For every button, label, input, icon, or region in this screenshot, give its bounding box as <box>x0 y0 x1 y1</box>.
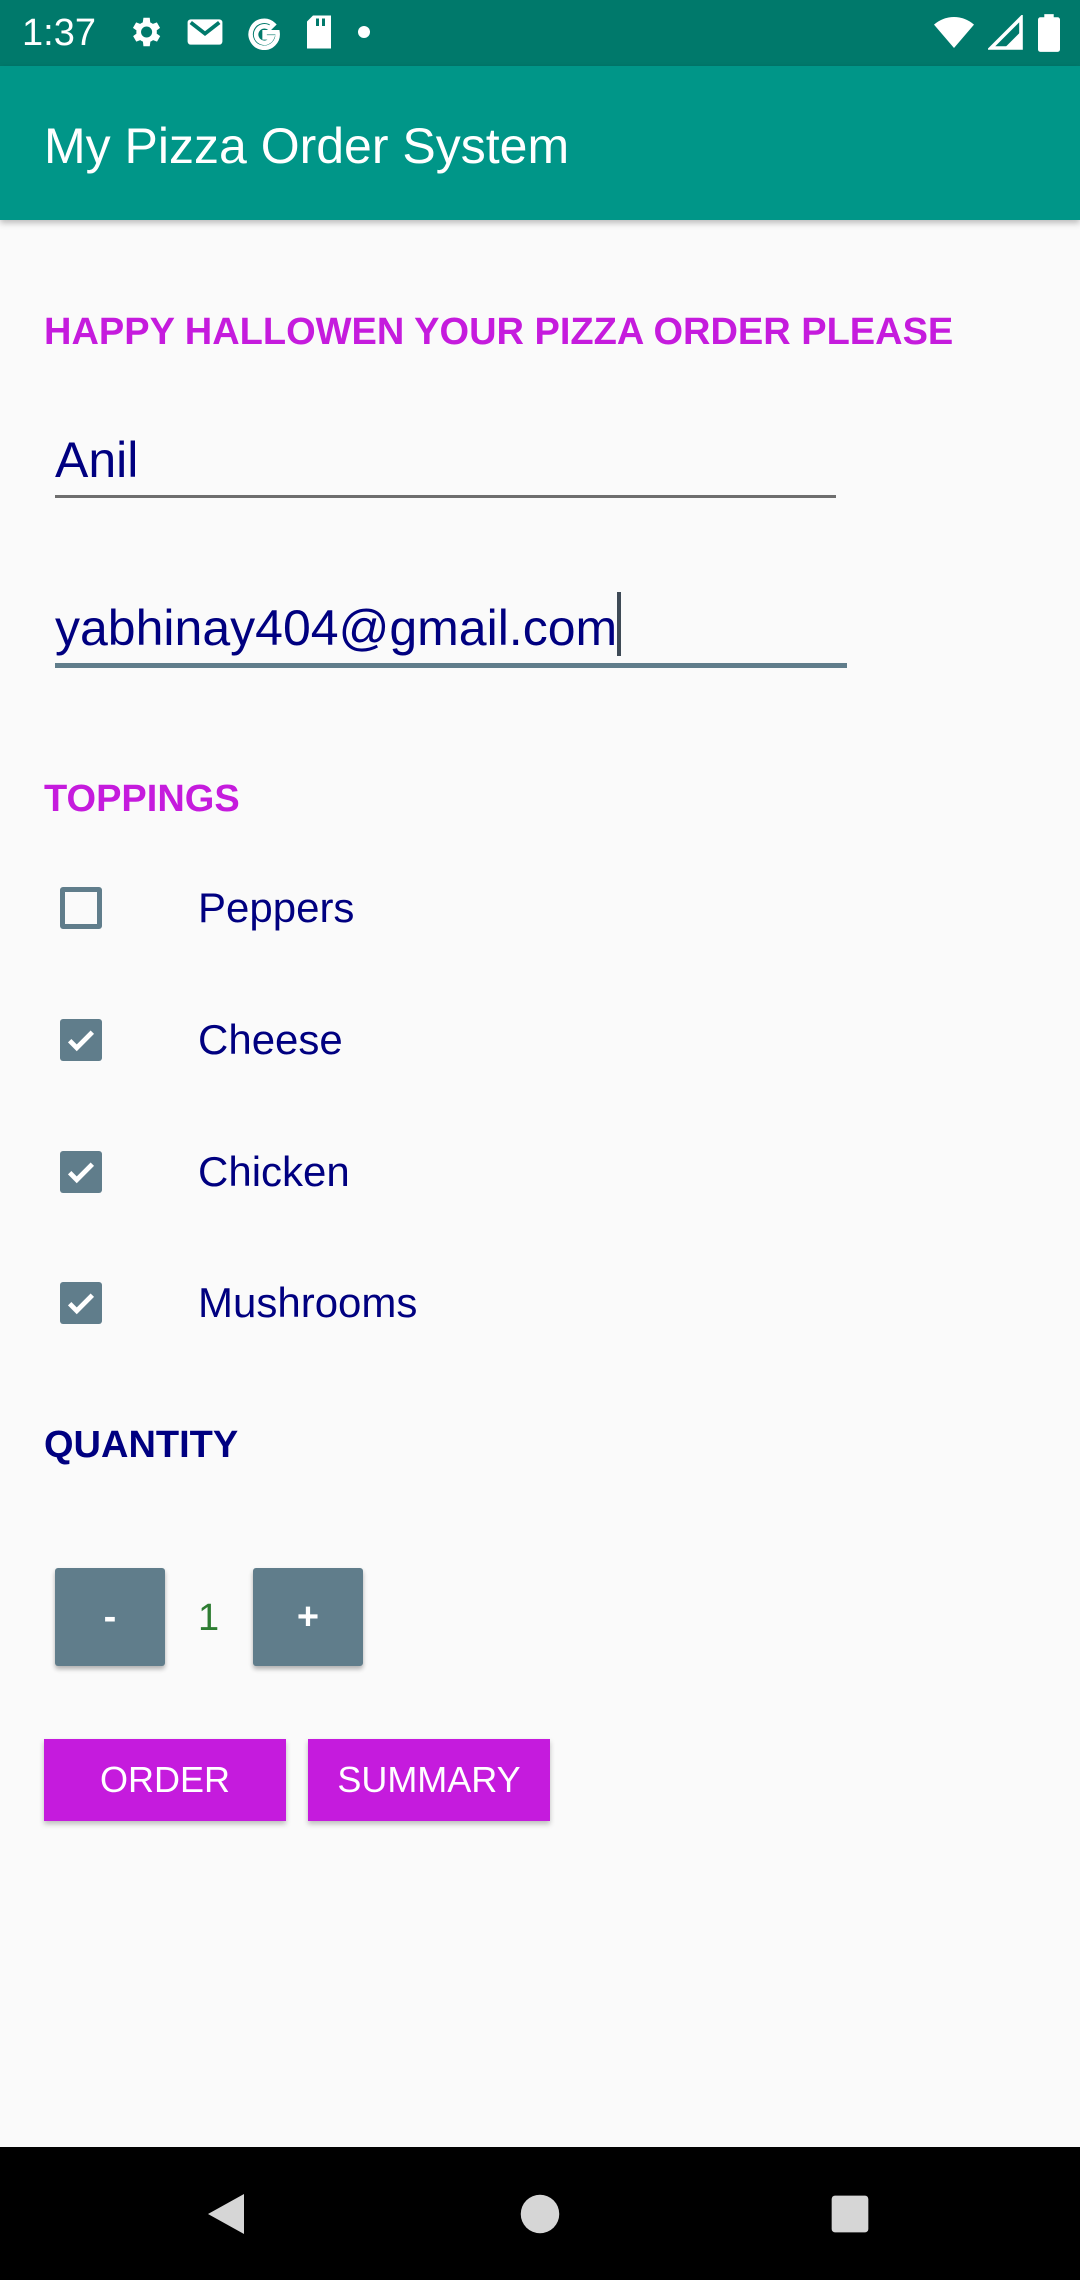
topping-label: Peppers <box>198 884 355 931</box>
topping-label: Cheese <box>198 1016 343 1063</box>
status-bar: 1:37 <box>0 0 1080 66</box>
gear-icon <box>126 13 164 56</box>
recents-icon <box>831 2195 869 2232</box>
dot-icon <box>356 24 372 45</box>
recents-button[interactable] <box>770 2147 930 2280</box>
increment-button[interactable]: + <box>253 1568 363 1666</box>
email-field-underline <box>55 663 847 668</box>
check-icon <box>67 1030 95 1052</box>
battery-icon <box>1038 14 1060 57</box>
sd-card-icon <box>304 14 334 55</box>
quantity-value: 1 <box>198 1597 220 1639</box>
wifi-icon <box>934 15 974 56</box>
gmail-icon <box>186 17 224 52</box>
checkbox-cheese[interactable] <box>60 1019 102 1061</box>
home-icon <box>520 2194 560 2233</box>
back-button[interactable] <box>146 2147 306 2280</box>
decrement-button[interactable]: - <box>55 1568 165 1666</box>
topping-chicken[interactable]: Chicken <box>60 1142 560 1202</box>
notification-icons <box>126 13 372 56</box>
email-field[interactable]: yabhinay404@gmail.com <box>55 593 845 663</box>
toppings-heading: TOPPINGS <box>44 778 240 820</box>
google-icon <box>246 14 282 55</box>
status-time: 1:37 <box>22 12 96 54</box>
back-icon <box>208 2193 244 2234</box>
checkbox-chicken[interactable] <box>60 1151 102 1193</box>
app-title: My Pizza Order System <box>44 118 570 174</box>
order-button[interactable]: ORDER <box>44 1739 286 1821</box>
checkbox-mushrooms[interactable] <box>60 1282 102 1324</box>
check-icon <box>67 1293 95 1315</box>
topping-peppers[interactable]: Peppers <box>60 878 560 938</box>
app-bar: My Pizza Order System <box>0 66 1080 220</box>
topping-cheese[interactable]: Cheese <box>60 1010 560 1070</box>
topping-mushrooms[interactable]: Mushrooms <box>60 1273 560 1333</box>
topping-label: Chicken <box>198 1148 350 1195</box>
summary-button[interactable]: SUMMARY <box>308 1739 550 1821</box>
topping-label: Mushrooms <box>198 1279 418 1326</box>
quantity-heading: QUANTITY <box>44 1424 239 1466</box>
signal-icon <box>986 13 1024 56</box>
greeting-heading: HAPPY HALLOWEN YOUR PIZZA ORDER PLEASE <box>44 311 954 353</box>
home-button[interactable] <box>460 2147 620 2280</box>
checkbox-peppers[interactable] <box>60 887 102 929</box>
text-cursor <box>617 592 621 656</box>
name-field-underline <box>55 495 836 498</box>
name-field[interactable]: Anil <box>55 425 835 495</box>
check-icon <box>67 1162 95 1184</box>
system-icons <box>934 13 1060 57</box>
navigation-bar <box>0 2147 1080 2280</box>
